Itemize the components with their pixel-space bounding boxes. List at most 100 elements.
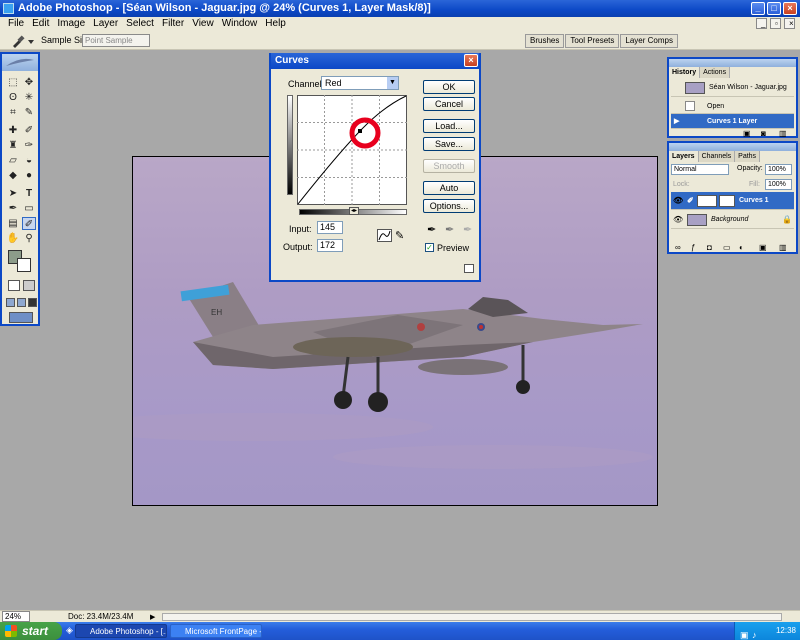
standard-mode-icon[interactable] [8,280,20,291]
blend-mode-select[interactable]: Normal [671,164,729,175]
quick-mask-mode-icon[interactable] [23,280,35,291]
path-selection-tool-icon[interactable]: ➤ [6,187,20,200]
tab-channels[interactable]: Channels [698,151,736,162]
white-eyedropper-icon[interactable]: ✒ [463,223,472,236]
history-item-selected[interactable]: ▶ Curves 1 Layer [671,114,794,129]
new-set-icon[interactable]: ▭ [723,243,731,252]
layer-row[interactable]: 👁 Background 🔒 [671,211,794,229]
opacity-field[interactable]: 100% [765,164,792,175]
move-tool-icon[interactable]: ✥ [22,76,36,89]
gradient-toggle-icon[interactable]: ◂▸ [349,207,359,215]
history-panel-header[interactable] [669,59,796,67]
notes-tool-icon[interactable]: ▤ [6,217,20,230]
eyedropper-tool-icon[interactable]: ✐ [22,217,36,230]
trash-icon[interactable]: ▥ [779,243,787,252]
zoom-field[interactable]: 24% [2,611,30,622]
crop-tool-icon[interactable]: ⌗ [6,106,20,119]
background-color-swatch[interactable] [17,258,31,272]
clone-stamp-tool-icon[interactable]: ♜ [6,139,20,152]
task-photoshop[interactable]: Adobe Photoshop - [... [75,624,167,638]
network-icon[interactable]: ▣ [740,626,749,640]
new-document-icon[interactable]: ▣ [743,129,751,138]
preview-checkbox[interactable]: ✓ [425,243,434,252]
type-tool-icon[interactable]: T [22,187,36,200]
menu-view[interactable]: View [188,17,218,31]
close-button[interactable]: × [783,2,797,15]
visibility-eye-icon[interactable]: 👁 [673,192,683,210]
quick-launch-icon[interactable]: ◈ [66,625,73,636]
expand-icon[interactable] [464,264,474,273]
ok-button[interactable]: OK [423,80,475,94]
menu-file[interactable]: File [4,17,28,31]
blur-tool-icon[interactable]: ◆ [6,169,20,182]
save-button[interactable]: Save... [423,137,475,151]
task-frontpage[interactable]: Microsoft FrontPage -... [170,624,262,638]
shape-tool-icon[interactable]: ▭ [22,202,36,215]
cancel-button[interactable]: Cancel [423,97,475,111]
tab-paths[interactable]: Paths [735,151,761,162]
history-item[interactable]: Open [671,99,794,114]
tab-layer-comps[interactable]: Layer Comps [620,34,678,48]
new-layer-icon[interactable]: ▣ [759,243,767,252]
lasso-tool-icon[interactable]: ʘ [6,91,20,104]
history-snapshot[interactable]: Séan Wilson - Jaguar.jpg [671,79,794,97]
tab-brushes[interactable]: Brushes [525,34,565,48]
history-brush-tool-icon[interactable]: ✑ [22,139,36,152]
dodge-tool-icon[interactable]: ● [22,169,36,182]
sample-size-select[interactable]: Point Sample [82,34,150,47]
link-icon[interactable]: ∞ [675,243,681,252]
magic-wand-tool-icon[interactable]: ✳ [22,91,36,104]
menu-edit[interactable]: Edit [28,17,53,31]
layers-panel-header[interactable] [669,143,796,151]
start-button[interactable]: start [0,622,62,640]
eraser-tool-icon[interactable]: ▱ [6,154,20,167]
visibility-eye-icon[interactable]: 👁 [673,211,683,229]
load-button[interactable]: Load... [423,119,475,133]
curves-close-button[interactable]: × [464,54,478,67]
tab-tool-presets[interactable]: Tool Presets [565,34,620,48]
slice-tool-icon[interactable]: ✎ [22,106,36,119]
options-button[interactable]: Options... [423,199,475,213]
pen-tool-icon[interactable]: ✒ [6,202,20,215]
doc-close-button[interactable]: × [784,18,795,29]
tab-history[interactable]: History [669,67,701,78]
menu-filter[interactable]: Filter [158,17,188,31]
snapshot-camera-icon[interactable]: ◙ [761,129,766,138]
eyedropper-tool-preset-icon[interactable] [10,34,36,48]
screen-mode-full-menu-icon[interactable] [17,298,26,307]
menu-window[interactable]: Window [218,17,262,31]
layer-style-icon[interactable]: ƒ [691,243,695,252]
hand-tool-icon[interactable]: ✋ [6,232,20,245]
menu-layer[interactable]: Layer [89,17,122,31]
adjustment-layer-icon[interactable]: ◐ [739,243,744,252]
curve-mode-icon[interactable] [377,229,392,242]
doc-restore-button[interactable]: ▫ [770,18,781,29]
horizontal-scrollbar[interactable] [162,613,782,621]
zoom-tool-icon[interactable]: ⚲ [22,232,36,245]
output-field[interactable]: 172 [317,239,343,252]
jump-to-imageready-icon[interactable] [9,312,33,323]
smooth-button[interactable]: Smooth [423,159,475,173]
auto-button[interactable]: Auto [423,181,475,195]
maximize-button[interactable]: □ [767,2,781,15]
healing-brush-tool-icon[interactable]: ✚ [6,124,20,137]
input-field[interactable]: 145 [317,221,343,234]
volume-icon[interactable]: ♪ [752,626,757,640]
fill-field[interactable]: 100% [765,179,792,190]
trash-icon[interactable]: ▥ [779,129,787,138]
menu-image[interactable]: Image [53,17,89,31]
chevron-down-icon[interactable]: ▼ [387,77,398,89]
channel-select[interactable]: Red ▼ [321,76,399,90]
toolbox-header[interactable] [2,54,38,71]
gray-eyedropper-icon[interactable]: ✒ [445,223,454,236]
brush-tool-icon[interactable]: ✐ [22,124,36,137]
menu-select[interactable]: Select [122,17,158,31]
marquee-tool-icon[interactable]: ⬚ [6,76,20,89]
tab-layers[interactable]: Layers [669,151,699,162]
paint-bucket-tool-icon[interactable]: ◒ [22,154,36,167]
minimize-button[interactable]: _ [751,2,765,15]
add-mask-icon[interactable]: ◘ [707,243,712,252]
menu-help[interactable]: Help [261,17,290,31]
screen-mode-full-icon[interactable] [28,298,37,307]
layer-row-selected[interactable]: 👁 ✐ Curves 1 [671,192,794,210]
